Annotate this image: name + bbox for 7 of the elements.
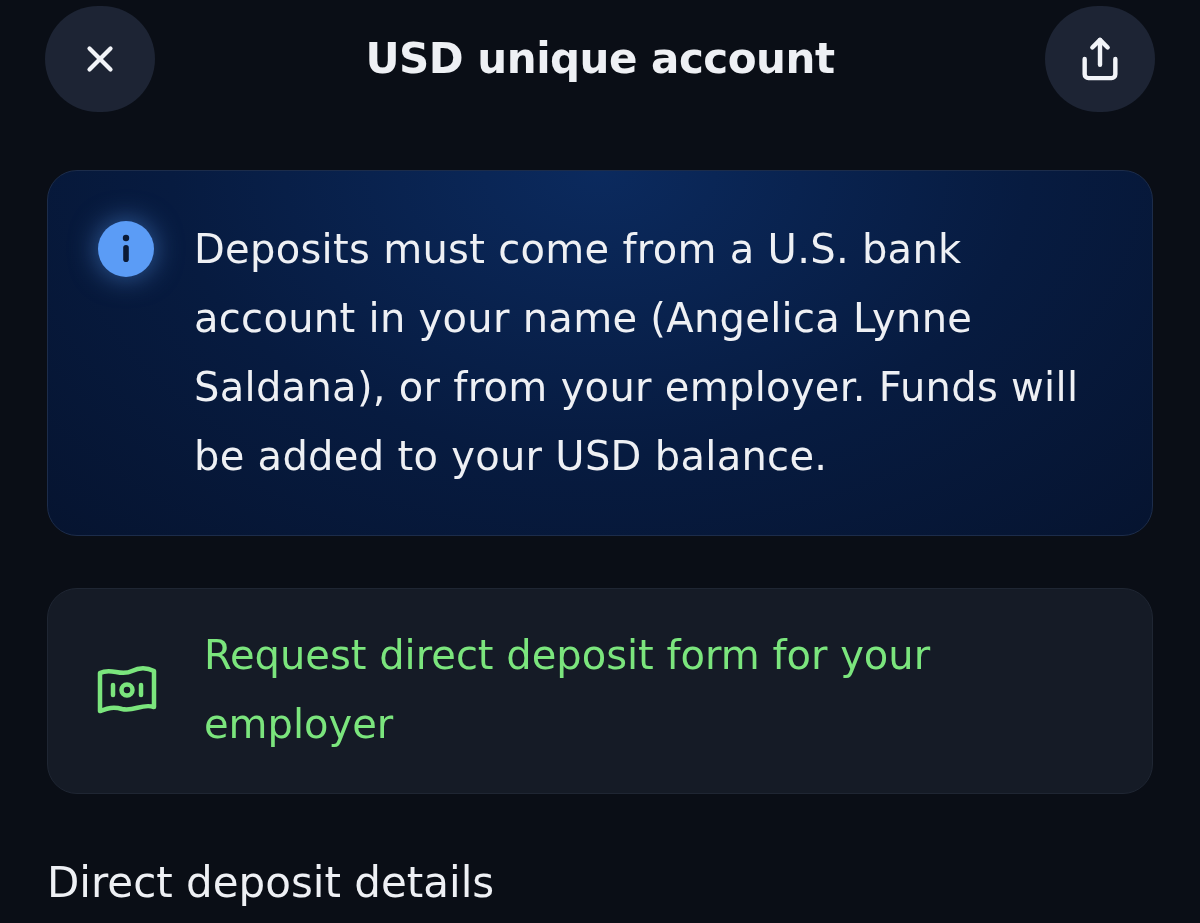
info-icon <box>98 221 154 277</box>
direct-deposit-form-card[interactable]: Request direct deposit form for your employer <box>47 588 1153 794</box>
banknote-icon <box>96 665 158 715</box>
request-form-link[interactable]: Request direct deposit form for your employer <box>204 621 1004 759</box>
section-heading: Direct deposit details <box>47 857 496 909</box>
info-notice-text: Deposits must come from a U.S. bank account in your name (Angelica Lynne Saldana), or from your employer. Funds will be added to your USD balance. <box>194 225 1080 481</box>
page-title: USD unique account <box>365 33 835 85</box>
